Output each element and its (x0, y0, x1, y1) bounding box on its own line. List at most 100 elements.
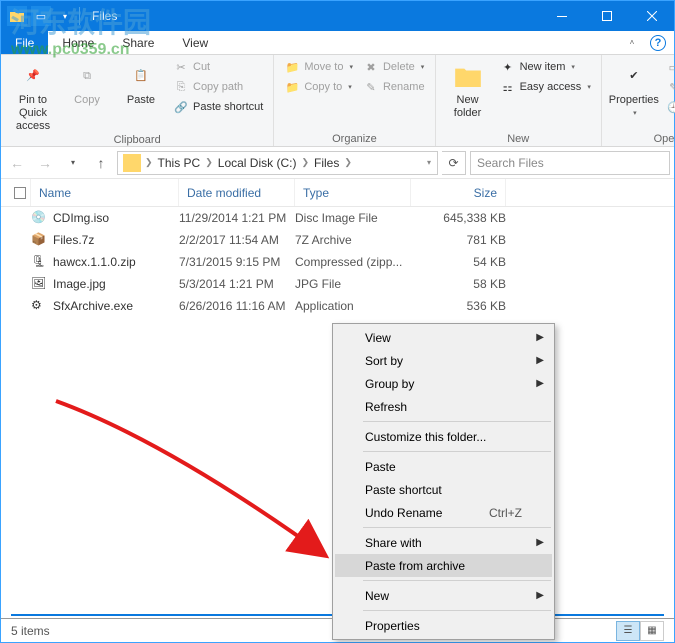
file-type: Compressed (zipp... (295, 255, 411, 269)
paste-button[interactable]: 📋Paste (115, 58, 167, 107)
file-size: 645,338 KB (411, 211, 506, 225)
history-button[interactable]: 🕘History (662, 98, 675, 116)
context-share-with[interactable]: Share with▶ (335, 531, 552, 554)
context-separator (363, 580, 551, 581)
file-row[interactable]: 🖼Image.jpg5/3/2014 1:21 PMJPG File58 KB (1, 273, 674, 295)
file-row[interactable]: ⚙SfxArchive.exe6/26/2016 11:16 AMApplica… (1, 295, 674, 317)
context-paste-shortcut[interactable]: Paste shortcut (335, 478, 552, 501)
breadcrumb-thispc[interactable]: This PC (154, 156, 205, 170)
cut-button[interactable]: ✂Cut (169, 58, 267, 76)
large-icons-view-button[interactable]: ▦ (640, 621, 664, 641)
file-name: SfxArchive.exe (53, 299, 133, 313)
file-row[interactable]: 💿CDImg.iso11/29/2014 1:21 PMDisc Image F… (1, 207, 674, 229)
column-size[interactable]: Size (411, 179, 506, 206)
easy-access-button[interactable]: ⚏Easy access▾ (496, 78, 595, 96)
qat-dropdown-icon[interactable]: ▾ (55, 6, 75, 26)
quick-access-toolbar: ▭ ▾ (1, 6, 86, 26)
context-separator (363, 421, 551, 422)
search-input[interactable]: Search Files (470, 151, 670, 175)
paste-shortcut-button[interactable]: 🔗Paste shortcut (169, 98, 267, 116)
copy-to-button[interactable]: 📁Copy to▾ (280, 78, 357, 96)
help-icon[interactable]: ? (650, 35, 666, 51)
submenu-arrow-icon: ▶ (536, 355, 544, 366)
chevron-right-icon[interactable]: ❯ (145, 157, 153, 168)
context-paste[interactable]: Paste (335, 455, 552, 478)
up-button[interactable]: ↑ (89, 151, 113, 175)
file-size: 781 KB (411, 233, 506, 247)
file-tab[interactable]: File (1, 31, 48, 54)
properties-button[interactable]: ✔Properties▾ (608, 58, 660, 120)
copy-path-button[interactable]: ⎘Copy path (169, 78, 267, 96)
delete-button[interactable]: ✖Delete▾ (359, 58, 429, 76)
open-icon: ▭ (666, 59, 675, 75)
file-row[interactable]: 📦Files.7z2/2/2017 11:54 AM7Z Archive781 … (1, 229, 674, 251)
forward-button[interactable]: → (33, 151, 57, 175)
file-row[interactable]: 🗜hawcx.1.1.0.zip7/31/2015 9:15 PMCompres… (1, 251, 674, 273)
context-separator (363, 451, 551, 452)
context-sort-by[interactable]: Sort by▶ (335, 349, 552, 372)
annotation-arrow (46, 391, 346, 571)
column-name[interactable]: Name (31, 179, 179, 206)
copy-to-icon: 📁 (284, 79, 300, 95)
folder-icon[interactable] (7, 6, 27, 26)
close-button[interactable] (629, 1, 674, 31)
file-type: 7Z Archive (295, 233, 411, 247)
group-label: Open (608, 132, 675, 145)
context-menu: View▶ Sort by▶ Group by▶ Refresh Customi… (332, 323, 555, 640)
view-toggle: ☰ ▦ (616, 621, 664, 641)
file-icon: 📦 (31, 232, 47, 248)
context-new[interactable]: New▶ (335, 584, 552, 607)
properties-qat-icon[interactable]: ▭ (31, 6, 51, 26)
copy-button[interactable]: ⧉Copy (61, 58, 113, 107)
edit-button[interactable]: ✎Edit (662, 78, 675, 96)
refresh-button[interactable]: ⟳ (442, 151, 466, 175)
breadcrumb-drive[interactable]: Local Disk (C:) (214, 156, 301, 170)
context-separator (363, 610, 551, 611)
chevron-right-icon[interactable]: ❯ (205, 157, 213, 168)
chevron-right-icon[interactable]: ❯ (344, 157, 352, 168)
chevron-right-icon[interactable]: ❯ (301, 157, 309, 168)
select-all-checkbox[interactable] (9, 179, 31, 206)
pin-icon: 📌 (17, 60, 49, 92)
breadcrumb-folder[interactable]: Files (310, 156, 343, 170)
pin-to-quick-access-button[interactable]: 📌Pin to Quick access (7, 58, 59, 133)
context-undo-rename[interactable]: Undo RenameCtrl+Z (335, 501, 552, 524)
history-icon: 🕘 (666, 99, 675, 115)
ribbon-group-clipboard: 📌Pin to Quick access ⧉Copy 📋Paste ✂Cut ⎘… (1, 55, 274, 146)
address-dropdown-icon[interactable]: ▾ (423, 158, 435, 167)
group-label: New (442, 132, 595, 145)
file-date: 7/31/2015 9:15 PM (179, 255, 295, 269)
ribbon-group-open: ✔Properties▾ ▭Open▾ ✎Edit 🕘History Open (602, 55, 675, 146)
details-view-button[interactable]: ☰ (616, 621, 640, 641)
recent-locations-button[interactable]: ▾ (61, 151, 85, 175)
context-refresh[interactable]: Refresh (335, 395, 552, 418)
share-tab[interactable]: Share (108, 31, 168, 54)
context-group-by[interactable]: Group by▶ (335, 372, 552, 395)
column-type[interactable]: Type (295, 179, 411, 206)
navigation-bar: ← → ▾ ↑ ❯ This PC ❯ Local Disk (C:) ❯ Fi… (1, 147, 674, 179)
new-folder-button[interactable]: New folder (442, 58, 494, 120)
column-date[interactable]: Date modified (179, 179, 295, 206)
context-properties[interactable]: Properties (335, 614, 552, 637)
context-view[interactable]: View▶ (335, 326, 552, 349)
home-tab[interactable]: Home (48, 31, 108, 54)
title-bar: ▭ ▾ Files (1, 1, 674, 31)
paste-shortcut-icon: 🔗 (173, 99, 189, 115)
ribbon-collapse-icon[interactable]: ˄ (622, 31, 642, 54)
file-type: Disc Image File (295, 211, 411, 225)
back-button[interactable]: ← (5, 151, 29, 175)
move-to-button[interactable]: 📁Move to▾ (280, 58, 357, 76)
context-customize-folder[interactable]: Customize this folder... (335, 425, 552, 448)
view-tab[interactable]: View (168, 31, 222, 54)
file-date: 5/3/2014 1:21 PM (179, 277, 295, 291)
rename-button[interactable]: ✎Rename (359, 78, 429, 96)
group-label: Organize (280, 132, 428, 145)
move-to-icon: 📁 (284, 59, 300, 75)
address-bar[interactable]: ❯ This PC ❯ Local Disk (C:) ❯ Files ❯ ▾ (117, 151, 438, 175)
file-name: Files.7z (53, 233, 94, 247)
open-button[interactable]: ▭Open▾ (662, 58, 675, 76)
minimize-button[interactable] (539, 1, 584, 31)
new-item-button[interactable]: ✦New item▾ (496, 58, 595, 76)
maximize-button[interactable] (584, 1, 629, 31)
context-paste-from-archive[interactable]: Paste from archive (335, 554, 552, 577)
